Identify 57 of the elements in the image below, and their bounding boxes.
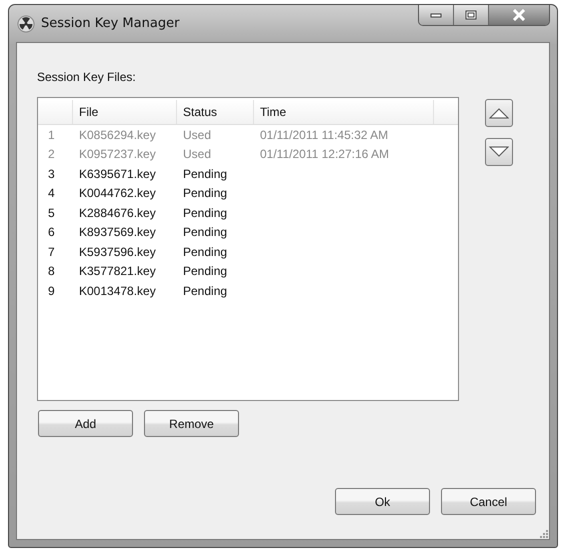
row-number: 5 bbox=[48, 206, 55, 220]
status-text: Pending bbox=[183, 206, 228, 220]
list-row[interactable]: 3 K6395671.key Pending bbox=[38, 164, 458, 184]
cancel-button[interactable]: Cancel bbox=[441, 488, 536, 515]
status-text: Pending bbox=[183, 186, 228, 200]
row-number: 8 bbox=[48, 264, 55, 278]
section-label: Session Key Files: bbox=[37, 70, 136, 84]
row-number: 2 bbox=[48, 147, 55, 162]
up-triangle-icon bbox=[489, 107, 509, 119]
remove-button[interactable]: Remove bbox=[144, 410, 239, 437]
file-name: K8937569.key bbox=[79, 225, 156, 240]
radiation-icon bbox=[17, 14, 35, 32]
close-button[interactable] bbox=[489, 5, 549, 25]
status-text: Pending bbox=[183, 284, 228, 298]
down-triangle-icon bbox=[489, 146, 509, 158]
list-row[interactable]: 6 K8937569.key Pending bbox=[38, 222, 458, 242]
row-number: 1 bbox=[48, 128, 55, 142]
time-text: 01/11/2011 12:27:16 AM bbox=[260, 147, 389, 162]
list-row[interactable]: 7 K5937596.key Pending bbox=[38, 242, 458, 262]
row-number: 4 bbox=[48, 186, 55, 200]
list-row[interactable]: 9 K0013478.key Pending bbox=[38, 281, 458, 300]
window-title: Session Key Manager bbox=[41, 16, 180, 31]
close-icon bbox=[512, 9, 526, 21]
move-up-button[interactable] bbox=[485, 99, 513, 127]
column-header[interactable]: File bbox=[73, 100, 177, 124]
status-text: Pending bbox=[183, 166, 228, 181]
column-header[interactable]: Status bbox=[177, 100, 254, 124]
row-number: 7 bbox=[48, 244, 55, 259]
move-down-button[interactable] bbox=[485, 138, 513, 166]
file-name: K0013478.key bbox=[79, 284, 156, 298]
file-name: K5937596.key bbox=[79, 244, 156, 259]
ok-button[interactable]: Ok bbox=[335, 488, 430, 515]
column-header[interactable]: Time bbox=[254, 100, 434, 124]
list-row[interactable]: 8 K3577821.key Pending bbox=[38, 262, 458, 281]
row-number: 6 bbox=[48, 225, 55, 240]
list-row[interactable]: 4 K0044762.key Pending bbox=[38, 184, 458, 203]
status-text: Used bbox=[183, 128, 212, 142]
maximize-button[interactable] bbox=[454, 5, 489, 25]
row-number: 3 bbox=[48, 166, 55, 181]
status-text: Pending bbox=[183, 264, 228, 278]
file-name: K0957237.key bbox=[79, 147, 156, 162]
status-text: Pending bbox=[183, 244, 228, 259]
list-row[interactable]: 5 K2884676.key Pending bbox=[38, 203, 458, 222]
file-name: K2884676.key bbox=[79, 206, 156, 220]
add-button[interactable]: Add bbox=[38, 410, 133, 437]
resize-grip-icon[interactable] bbox=[539, 529, 548, 538]
file-name: K0856294.key bbox=[79, 128, 156, 142]
row-number: 9 bbox=[48, 284, 55, 298]
maximize-icon bbox=[465, 10, 477, 20]
minimize-button[interactable] bbox=[419, 5, 454, 25]
minimize-icon bbox=[430, 12, 442, 18]
file-name: K3577821.key bbox=[79, 264, 156, 278]
status-text: Used bbox=[183, 147, 212, 162]
file-name: K0044762.key bbox=[79, 186, 156, 200]
status-text: Pending bbox=[183, 225, 228, 240]
time-text: 01/11/2011 11:45:32 AM bbox=[260, 128, 388, 142]
file-name: K6395671.key bbox=[79, 166, 156, 181]
